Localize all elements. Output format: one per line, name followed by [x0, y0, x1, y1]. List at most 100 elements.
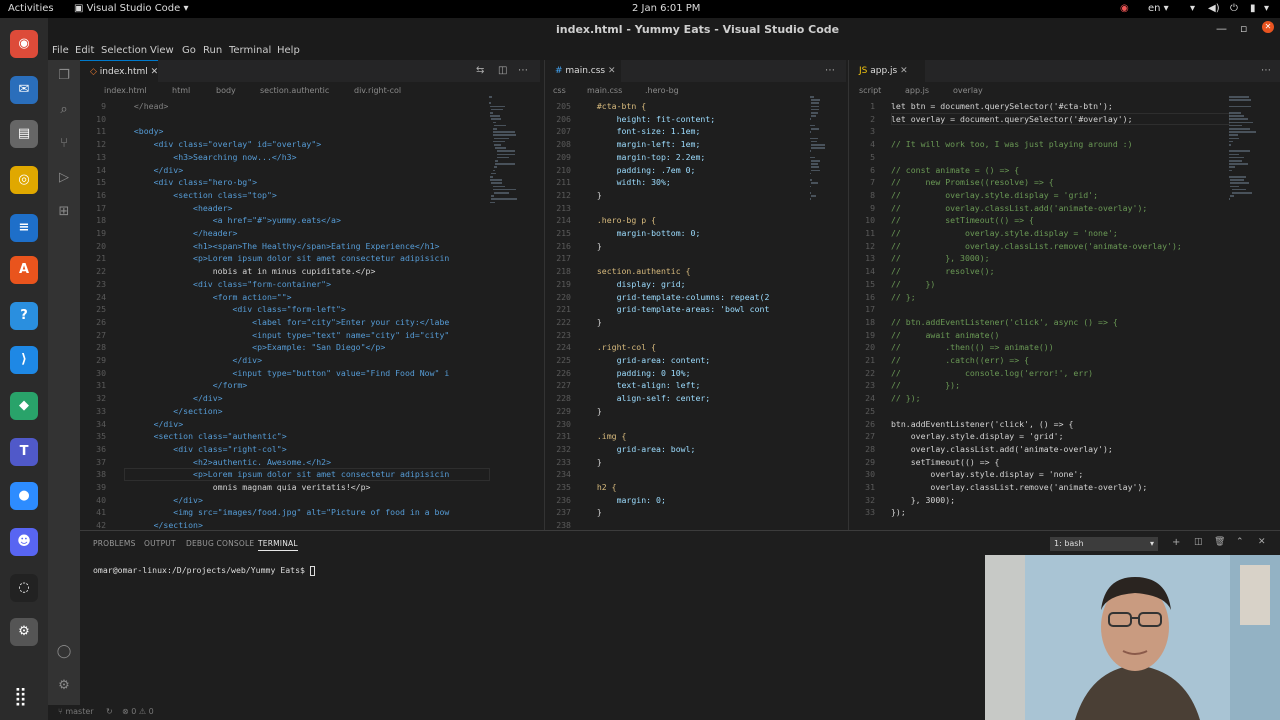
- breadcrumb-item[interactable]: script: [859, 86, 881, 95]
- explorer-icon[interactable]: ❐: [56, 68, 72, 84]
- files-icon[interactable]: ▤: [10, 120, 38, 148]
- menu-terminal[interactable]: Terminal: [229, 45, 271, 56]
- tab-terminal[interactable]: TERMINAL: [258, 539, 298, 551]
- breadcrumb-item[interactable]: section.authentic: [260, 86, 329, 95]
- account-icon[interactable]: ◯: [56, 644, 72, 660]
- code-area[interactable]: 1 let btn = document.querySelector('#cta-…: [849, 100, 1280, 530]
- minimap-line: [496, 156, 509, 159]
- minimap-line: [494, 144, 502, 146]
- maximize-panel-icon[interactable]: ⌃: [1236, 537, 1244, 547]
- run-debug-icon[interactable]: ▷: [56, 170, 72, 186]
- vscode-icon[interactable]: ⟩: [10, 346, 38, 374]
- editor-tabs: # main.css ✕ ⋯: [545, 60, 846, 82]
- help-icon[interactable]: ?: [10, 302, 38, 330]
- minimap-line: [492, 169, 496, 172]
- chrome-icon[interactable]: ◉: [10, 30, 38, 58]
- menu-view[interactable]: View: [150, 45, 174, 56]
- battery-icon[interactable]: ▮: [1250, 3, 1256, 14]
- thunderbird-icon[interactable]: ✉: [10, 76, 38, 104]
- terminal-output[interactable]: omar@omar-linux:/D/projects/web/Yummy Ea…: [93, 565, 315, 576]
- activities-button[interactable]: Activities: [8, 3, 54, 14]
- source-control-icon[interactable]: ⑂: [56, 136, 72, 152]
- problems-indicator[interactable]: ⊗ 0 ⚠ 0: [122, 707, 154, 716]
- code-line: font-size: 1.1em;: [587, 126, 701, 137]
- kill-terminal-icon[interactable]: 🗑: [1214, 537, 1225, 547]
- close-panel-icon[interactable]: ✕: [1258, 537, 1266, 547]
- terminal-select[interactable]: 1: bash ▾: [1050, 537, 1158, 551]
- minimap-line: [809, 179, 813, 181]
- menu-edit[interactable]: Edit: [75, 45, 94, 56]
- network-icon[interactable]: ▾: [1190, 3, 1195, 14]
- more-actions-icon[interactable]: ⋯: [825, 65, 835, 76]
- settings-icon[interactable]: ⚙: [10, 618, 38, 646]
- minimap[interactable]: [488, 96, 528, 530]
- more-actions-icon[interactable]: ⋯: [518, 65, 528, 76]
- new-terminal-icon[interactable]: +: [1172, 537, 1180, 548]
- system-menu-icon[interactable]: ▾: [1264, 3, 1269, 14]
- close-button[interactable]: ✕: [1262, 21, 1274, 33]
- tab-output[interactable]: OUTPUT: [144, 539, 176, 548]
- tab-app-js[interactable]: JS app.js ✕: [849, 60, 925, 82]
- tab-debug-console[interactable]: DEBUG CONSOLE: [186, 539, 254, 548]
- clock[interactable]: 2 Jan 6:01 PM: [632, 3, 700, 14]
- code-line: </div>: [124, 393, 223, 404]
- code-line: margin: 0;: [587, 494, 666, 505]
- volume-icon[interactable]: ◀): [1208, 3, 1220, 14]
- app-menu[interactable]: ▣ Visual Studio Code ▾: [74, 3, 189, 14]
- sync-icon[interactable]: ↻: [106, 707, 113, 716]
- teams-icon[interactable]: T: [10, 438, 38, 466]
- menu-file[interactable]: File: [52, 45, 69, 56]
- code-area[interactable]: 9 </head> 10 11 <body> 12 <div class="overl…: [80, 100, 540, 530]
- menu-go[interactable]: Go: [182, 45, 196, 56]
- breadcrumb-item[interactable]: overlay: [953, 86, 983, 95]
- breadcrumb-item[interactable]: index.html: [104, 86, 147, 95]
- box-icon[interactable]: ◆: [10, 392, 38, 420]
- tab-index-html[interactable]: ◇ index.html ✕: [80, 60, 158, 82]
- code-line: let btn = document.querySelector('#cta-b…: [891, 101, 1113, 111]
- minimap[interactable]: [809, 96, 846, 530]
- code-line: padding: 0 10%;: [587, 367, 691, 378]
- manage-gear-icon[interactable]: ⚙: [56, 678, 72, 694]
- branch-indicator[interactable]: ⑂ master: [58, 707, 94, 716]
- minimap[interactable]: [1229, 96, 1269, 530]
- breadcrumb-item[interactable]: app.js: [905, 86, 929, 95]
- zoom-icon[interactable]: ●: [10, 482, 38, 510]
- line-number: 13: [96, 151, 106, 162]
- code-area[interactable]: 205 #cta-btn {206 height: fit-content; 20…: [545, 100, 846, 530]
- language-indicator[interactable]: en ▾: [1148, 3, 1169, 14]
- menu-help[interactable]: Help: [277, 45, 300, 56]
- split-terminal-icon[interactable]: ◫: [1194, 537, 1203, 547]
- minimize-button[interactable]: —: [1216, 22, 1227, 35]
- breadcrumb-item[interactable]: div.right-col: [354, 86, 401, 95]
- code-line: grid-area: content;: [587, 355, 711, 365]
- breadcrumb-item[interactable]: body: [216, 86, 236, 95]
- more-actions-icon[interactable]: ⋯: [1261, 65, 1271, 76]
- tab-close-icon[interactable]: ✕: [900, 66, 908, 76]
- obs-icon[interactable]: ◌: [10, 574, 38, 602]
- tab-close-icon[interactable]: ✕: [151, 67, 159, 77]
- writer-icon[interactable]: ≡: [10, 214, 38, 242]
- rhythmbox-icon[interactable]: ◎: [10, 166, 38, 194]
- tab-close-icon[interactable]: ✕: [608, 66, 616, 76]
- extensions-icon[interactable]: ⊞: [56, 204, 72, 220]
- code-line: <body>: [124, 126, 164, 137]
- search-icon[interactable]: ⌕: [56, 102, 72, 118]
- breadcrumb-item[interactable]: main.css: [587, 86, 622, 95]
- tab-problems[interactable]: PROBLEMS: [93, 539, 136, 548]
- line-number: 233: [556, 456, 571, 467]
- software-icon[interactable]: A: [10, 256, 38, 284]
- minimap-line: [1229, 160, 1242, 162]
- breadcrumb-item[interactable]: .hero-bg: [645, 86, 679, 95]
- show-apps-icon[interactable]: ⣿: [14, 686, 27, 707]
- menu-selection[interactable]: Selection: [101, 45, 147, 56]
- breadcrumb-item[interactable]: html: [172, 86, 190, 95]
- maximize-button[interactable]: ▫: [1240, 22, 1247, 35]
- open-changes-icon[interactable]: ⇆: [476, 65, 484, 76]
- menu-run[interactable]: Run: [203, 45, 222, 56]
- code-line: height: fit-content;: [587, 113, 716, 124]
- discord-icon[interactable]: ☻: [10, 528, 38, 556]
- split-editor-icon[interactable]: ◫: [498, 65, 507, 76]
- breadcrumb-item[interactable]: css: [553, 86, 566, 95]
- tab-main-css[interactable]: # main.css ✕: [545, 60, 621, 82]
- power-icon[interactable]: ⏻: [1230, 3, 1238, 14]
